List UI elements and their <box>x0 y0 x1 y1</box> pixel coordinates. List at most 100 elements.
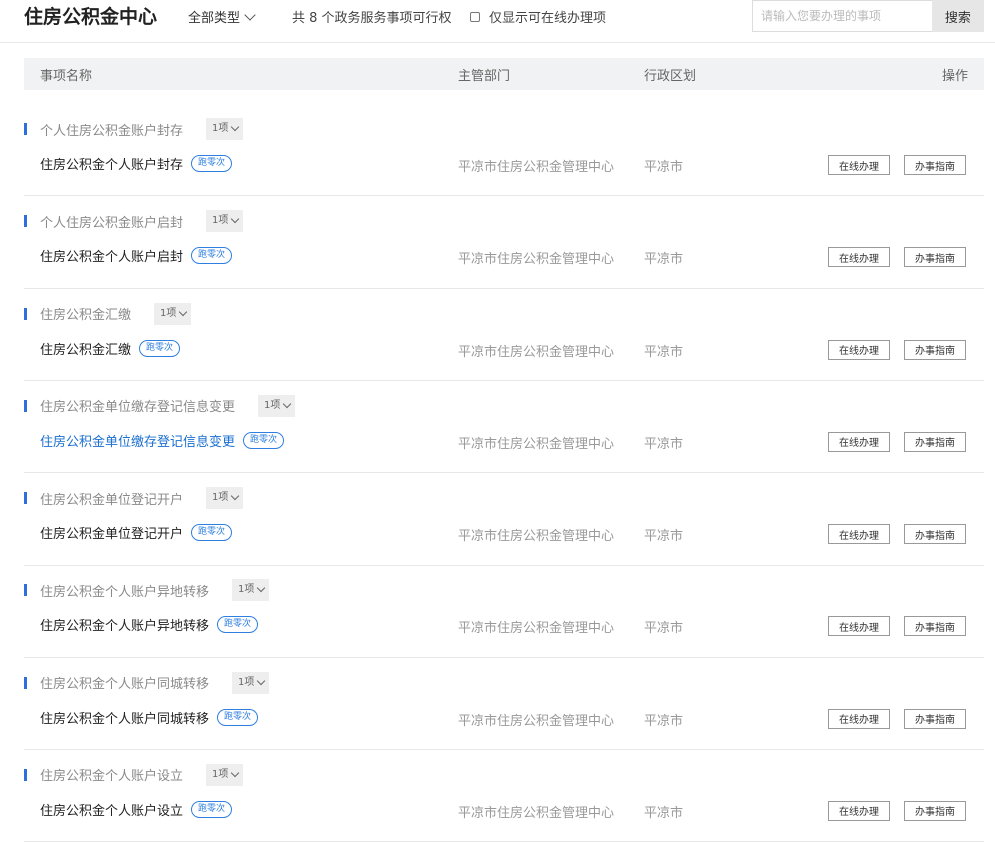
service-item: 住房公积金汇缴 跑零次 <box>40 339 181 358</box>
online-handle-button[interactable]: 在线办理 <box>828 339 890 360</box>
chevron-down-icon <box>244 9 256 21</box>
group-count-toggle[interactable]: 1项 <box>206 487 244 510</box>
service-item-name[interactable]: 住房公积金个人账户设立 <box>40 800 183 819</box>
group-count-label: 1项 <box>238 584 255 596</box>
group-marker <box>24 492 27 505</box>
group-title: 住房公积金个人账户同城转移 <box>40 677 210 693</box>
group-count-label: 1项 <box>212 768 229 780</box>
service-item: 住房公积金个人账户同城转移 跑零次 <box>40 708 259 727</box>
service-item-name[interactable]: 住房公积金个人账户启封 <box>40 246 183 265</box>
service-item-name[interactable]: 住房公积金单位缴存登记信息变更 <box>40 431 235 450</box>
run-zero-badge: 跑零次 <box>191 524 233 542</box>
chevron-down-icon <box>257 584 266 593</box>
type-filter-label: 全部类型 <box>188 11 241 26</box>
service-item-name[interactable]: 住房公积金个人账户同城转移 <box>40 708 209 727</box>
group-marker <box>24 768 27 781</box>
column-header-dept: 主管部门 <box>458 69 511 84</box>
region-text: 平凉市 <box>644 160 684 175</box>
group-title: 住房公积金单位登记开户 <box>40 492 184 508</box>
department-text: 平凉市住房公积金管理中心 <box>458 529 615 545</box>
run-zero-badge: 跑零次 <box>217 708 259 726</box>
group-title: 住房公积金汇缴 <box>40 308 132 324</box>
top-bar: 住房公积金中心 全部类型 共 8 个政务服务事项可行权 仅显示可在线办理项 搜索 <box>0 0 995 43</box>
guide-button[interactable]: 办事指南 <box>904 708 966 729</box>
group-count-label: 1项 <box>238 676 255 688</box>
run-zero-badge: 跑零次 <box>217 616 259 634</box>
group-count-toggle[interactable]: 1项 <box>232 671 270 694</box>
group-count-toggle[interactable]: 1项 <box>232 579 270 602</box>
run-zero-badge: 跑零次 <box>191 155 233 172</box>
guide-button[interactable]: 办事指南 <box>904 339 966 360</box>
department-text: 平凉市住房公积金管理中心 <box>458 805 615 821</box>
online-only-label: 仅显示可在线办理项 <box>489 11 607 26</box>
service-group: 住房公积金单位缴存登记信息变更 1项 住房公积金单位缴存登记信息变更 跑零次 平… <box>24 382 984 474</box>
service-item-name[interactable]: 住房公积金汇缴 <box>40 339 131 358</box>
column-header-ops: 操作 <box>942 69 969 84</box>
group-count-label: 1项 <box>212 215 229 227</box>
guide-button[interactable]: 办事指南 <box>904 155 966 175</box>
group-count-toggle[interactable]: 1项 <box>154 302 192 325</box>
region-text: 平凉市 <box>644 252 684 268</box>
service-group: 住房公积金个人账户同城转移 1项 住房公积金个人账户同城转移 跑零次 平凉市住房… <box>24 659 984 751</box>
region-text: 平凉市 <box>644 344 684 360</box>
run-zero-badge: 跑零次 <box>191 247 233 265</box>
group-header: 住房公积金汇缴 1项 <box>24 302 192 325</box>
chevron-down-icon <box>179 307 188 316</box>
online-handle-button[interactable]: 在线办理 <box>828 524 890 545</box>
run-zero-badge: 跑零次 <box>191 800 233 818</box>
group-count-label: 1项 <box>212 492 229 504</box>
department-text: 平凉市住房公积金管理中心 <box>458 252 615 268</box>
run-zero-badge: 跑零次 <box>243 431 285 449</box>
group-header: 住房公积金个人账户异地转移 1项 <box>24 579 270 602</box>
department-text: 平凉市住房公积金管理中心 <box>458 160 615 175</box>
online-only-filter[interactable]: 仅显示可在线办理项 <box>470 7 606 26</box>
group-title: 住房公积金单位缴存登记信息变更 <box>40 400 236 416</box>
group-title: 个人住房公积金账户封存 <box>40 123 184 139</box>
online-handle-button[interactable]: 在线办理 <box>828 155 890 175</box>
online-handle-button[interactable]: 在线办理 <box>828 616 890 637</box>
service-item-name[interactable]: 住房公积金个人账户封存 <box>40 154 183 173</box>
guide-button[interactable]: 办事指南 <box>904 616 966 637</box>
department-text: 平凉市住房公积金管理中心 <box>458 713 615 729</box>
online-handle-button[interactable]: 在线办理 <box>828 431 890 452</box>
online-only-checkbox[interactable] <box>470 11 480 22</box>
search-input[interactable] <box>752 0 932 32</box>
group-count-label: 1项 <box>212 123 229 134</box>
group-marker <box>24 676 27 689</box>
online-handle-button[interactable]: 在线办理 <box>828 247 890 268</box>
service-group: 住房公积金单位登记开户 1项 住房公积金单位登记开户 跑零次 平凉市住房公积金管… <box>24 474 984 566</box>
guide-button[interactable]: 办事指南 <box>904 800 966 821</box>
online-handle-button[interactable]: 在线办理 <box>828 800 890 821</box>
group-title: 住房公积金个人账户设立 <box>40 769 184 785</box>
group-count-toggle[interactable]: 1项 <box>258 394 296 417</box>
search-button[interactable]: 搜索 <box>931 0 984 32</box>
guide-button[interactable]: 办事指南 <box>904 431 966 452</box>
group-count-toggle[interactable]: 1项 <box>206 210 244 233</box>
type-filter-dropdown[interactable]: 全部类型 <box>188 7 256 26</box>
group-header: 住房公积金个人账户设立 1项 <box>24 763 244 786</box>
column-header-name: 事项名称 <box>40 69 93 84</box>
chevron-down-icon <box>283 399 292 409</box>
group-count-toggle[interactable]: 1项 <box>206 763 244 786</box>
group-count-label: 1项 <box>160 307 177 319</box>
group-count-toggle[interactable]: 1项 <box>206 118 244 140</box>
region-text: 平凉市 <box>644 529 684 545</box>
service-item: 住房公积金个人账户异地转移 跑零次 <box>40 615 259 634</box>
service-item-name[interactable]: 住房公积金单位登记开户 <box>40 523 183 542</box>
chevron-down-icon <box>231 122 240 132</box>
service-group: 住房公积金个人账户设立 1项 住房公积金个人账户设立 跑零次 平凉市住房公积金管… <box>24 751 984 843</box>
chevron-down-icon <box>231 491 240 501</box>
guide-button[interactable]: 办事指南 <box>904 247 966 268</box>
run-zero-badge: 跑零次 <box>139 339 181 357</box>
group-header: 个人住房公积金账户封存 1项 <box>24 118 244 140</box>
table-header: 事项名称 主管部门 行政区划 操作 <box>24 58 984 90</box>
region-text: 平凉市 <box>644 713 684 729</box>
group-header: 住房公积金单位登记开户 1项 <box>24 487 244 510</box>
group-marker <box>24 584 27 597</box>
guide-button[interactable]: 办事指南 <box>904 524 966 545</box>
service-item-name[interactable]: 住房公积金个人账户异地转移 <box>40 615 209 634</box>
service-item: 住房公积金单位缴存登记信息变更 跑零次 <box>40 431 285 450</box>
service-count-text: 共 8 个政务服务事项可行权 <box>292 11 452 26</box>
group-header: 个人住房公积金账户启封 1项 <box>24 210 244 233</box>
online-handle-button[interactable]: 在线办理 <box>828 708 890 729</box>
